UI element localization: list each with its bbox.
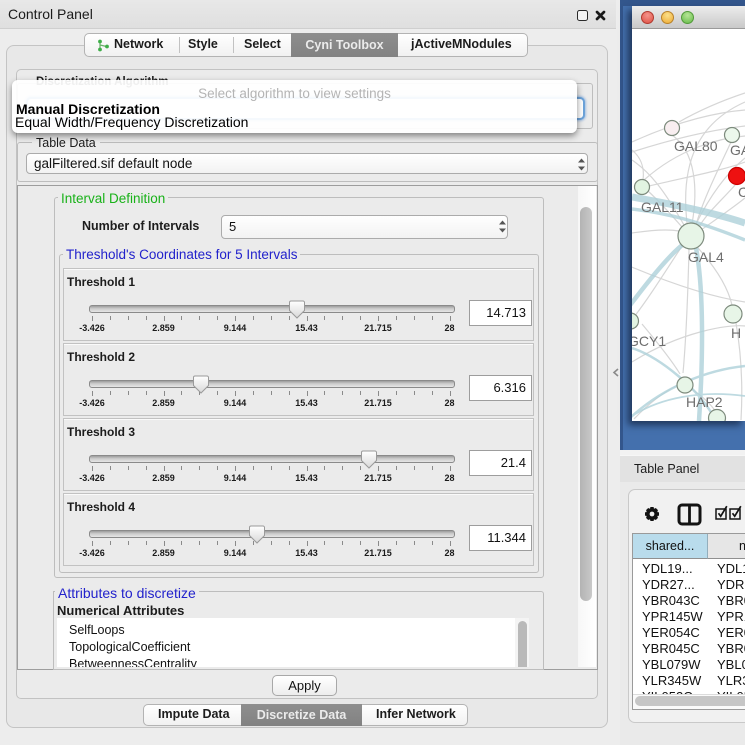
svg-text:GA: GA: [730, 142, 745, 158]
svg-text:GAL11: GAL11: [641, 199, 684, 215]
svg-text:GAL4: GAL4: [688, 249, 724, 265]
svg-text:GCY1: GCY1: [632, 333, 666, 349]
svg-text:GAL80: GAL80: [674, 138, 718, 154]
svg-text:C: C: [738, 184, 745, 200]
svg-text:HAP2: HAP2: [686, 394, 723, 410]
svg-text:H: H: [731, 325, 741, 341]
